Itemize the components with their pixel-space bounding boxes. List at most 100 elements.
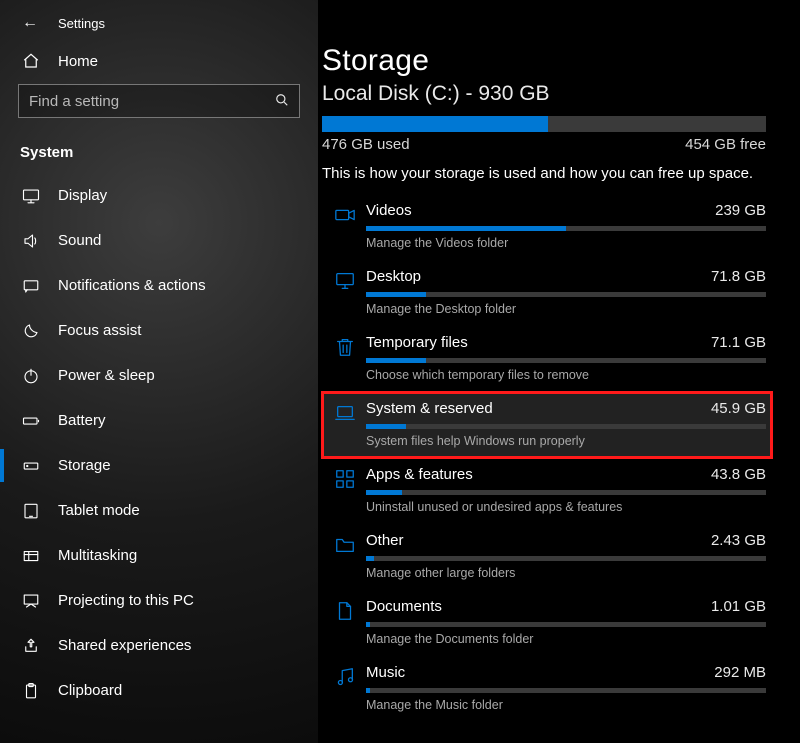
sidebar-item-display[interactable]: Display (0, 173, 318, 218)
apps-icon (328, 466, 362, 490)
category-bar (366, 688, 766, 693)
category-bar (366, 424, 766, 429)
sidebar-item-battery[interactable]: Battery (0, 398, 318, 443)
page-title: Storage (322, 44, 776, 78)
category-size: 71.8 GB (711, 268, 766, 285)
category-subtext: Manage the Videos folder (366, 236, 766, 250)
sidebar-item-label: Battery (58, 412, 106, 429)
trash-icon (328, 334, 362, 358)
settings-sidebar: ← Settings Home System Display Sound Notif… (0, 0, 318, 743)
search-wrap (0, 80, 318, 126)
folder-icon (328, 532, 362, 556)
category-subtext: Uninstall unused or undesired apps & fea… (366, 500, 766, 514)
category-name: Desktop (366, 268, 421, 285)
category-system[interactable]: System & reserved45.9 GBSystem files hel… (322, 392, 772, 458)
sidebar-nav: Display Sound Notifications & actions Focus… (0, 173, 318, 713)
category-name: Videos (366, 202, 412, 219)
category-name: Documents (366, 598, 442, 615)
category-size: 43.8 GB (711, 466, 766, 483)
category-subtext: System files help Windows run properly (366, 434, 766, 448)
sidebar-item-label: Display (58, 187, 107, 204)
category-temp[interactable]: Temporary files 71.1 GB Choose which tempo… (322, 326, 772, 392)
multitask-icon (22, 547, 40, 565)
sidebar-item-projecting[interactable]: Projecting to this PC (0, 578, 318, 623)
sidebar-item-clipboard[interactable]: Clipboard (0, 668, 318, 713)
window-title: Settings (58, 16, 105, 31)
category-bar-fill (366, 226, 566, 231)
disk-used-text: 476 GB used (322, 136, 410, 153)
sidebar-item-label: Multitasking (58, 547, 137, 564)
sidebar-item-shared[interactable]: Shared experiences (0, 623, 318, 668)
sidebar-item-label: Storage (58, 457, 111, 474)
search-input[interactable] (29, 93, 269, 110)
disk-usage: 476 GB used 454 GB free (322, 116, 776, 153)
category-bar-fill (366, 556, 374, 561)
disk-bar (322, 116, 766, 132)
project-icon (22, 592, 40, 610)
category-subtext: Choose which temporary files to remove (366, 368, 766, 382)
sidebar-item-label: Projecting to this PC (58, 592, 194, 609)
category-bar-fill (366, 490, 402, 495)
video-icon (328, 202, 362, 226)
home-icon (22, 52, 40, 70)
disk-bar-fill (322, 116, 548, 132)
category-bar-fill (366, 688, 370, 693)
category-name: Other (366, 532, 404, 549)
category-name: Music (366, 664, 405, 681)
storage-categories: Videos 239 GB Manage the Videos folder Desk… (322, 194, 776, 722)
sidebar-item-sound[interactable]: Sound (0, 218, 318, 263)
category-bar-fill (366, 292, 426, 297)
category-name: Temporary files (366, 334, 468, 351)
music-icon (328, 664, 362, 688)
sidebar-item-notifications[interactable]: Notifications & actions (0, 263, 318, 308)
category-music[interactable]: Music292 MBManage the Music folder (322, 656, 772, 722)
disk-free-text: 454 GB free (685, 136, 766, 153)
category-subtext: Manage the Documents folder (366, 632, 766, 646)
laptop-icon (328, 400, 362, 424)
speaker-icon (22, 232, 40, 250)
category-bar-fill (366, 622, 370, 627)
category-size: 45.9 GB (711, 400, 766, 417)
category-bar (366, 292, 766, 297)
category-desktop[interactable]: Desktop 71.8 GB Manage the Desktop folder (322, 260, 772, 326)
category-subtext: Manage the Music folder (366, 698, 766, 712)
sidebar-item-label: Shared experiences (58, 637, 191, 654)
sidebar-item-tablet[interactable]: Tablet mode (0, 488, 318, 533)
category-subtext: Manage the Desktop folder (366, 302, 766, 316)
share-icon (22, 637, 40, 655)
category-bar-fill (366, 358, 426, 363)
category-other[interactable]: Other2.43 GBManage other large folders (322, 524, 772, 590)
monitor-icon (22, 187, 40, 205)
search-box[interactable] (18, 84, 300, 118)
message-icon (22, 277, 40, 295)
sidebar-item-power[interactable]: Power & sleep (0, 353, 318, 398)
category-documents[interactable]: Documents 1.01 GB Manage the Documents fol… (322, 590, 772, 656)
sidebar-item-multitask[interactable]: Multitasking (0, 533, 318, 578)
home-nav[interactable]: Home (0, 38, 318, 80)
category-apps[interactable]: Apps & features 43.8 GB Uninstall unused o… (322, 458, 772, 524)
desktop-icon (328, 268, 362, 292)
search-icon (275, 93, 289, 110)
category-bar (366, 490, 766, 495)
category-size: 2.43 GB (711, 532, 766, 549)
sidebar-item-label: Clipboard (58, 682, 122, 699)
home-label: Home (58, 53, 98, 70)
section-label: System (0, 126, 318, 173)
category-bar-fill (366, 424, 406, 429)
sidebar-item-storage[interactable]: Storage (0, 443, 318, 488)
category-size: 239 GB (715, 202, 766, 219)
sidebar-item-label: Notifications & actions (58, 277, 206, 294)
moon-icon (22, 322, 40, 340)
back-button[interactable]: ← (22, 14, 38, 32)
main-panel: Storage Local Disk (C:) - 930 GB 476 GB … (318, 0, 800, 743)
power-icon (22, 367, 40, 385)
sidebar-item-label: Focus assist (58, 322, 141, 339)
category-videos[interactable]: Videos 239 GB Manage the Videos folder (322, 194, 772, 260)
sidebar-item-focus[interactable]: Focus assist (0, 308, 318, 353)
titlebar: ← Settings (0, 8, 318, 38)
category-name: Apps & features (366, 466, 473, 483)
category-size: 71.1 GB (711, 334, 766, 351)
sidebar-item-label: Sound (58, 232, 101, 249)
category-size: 1.01 GB (711, 598, 766, 615)
category-bar (366, 358, 766, 363)
